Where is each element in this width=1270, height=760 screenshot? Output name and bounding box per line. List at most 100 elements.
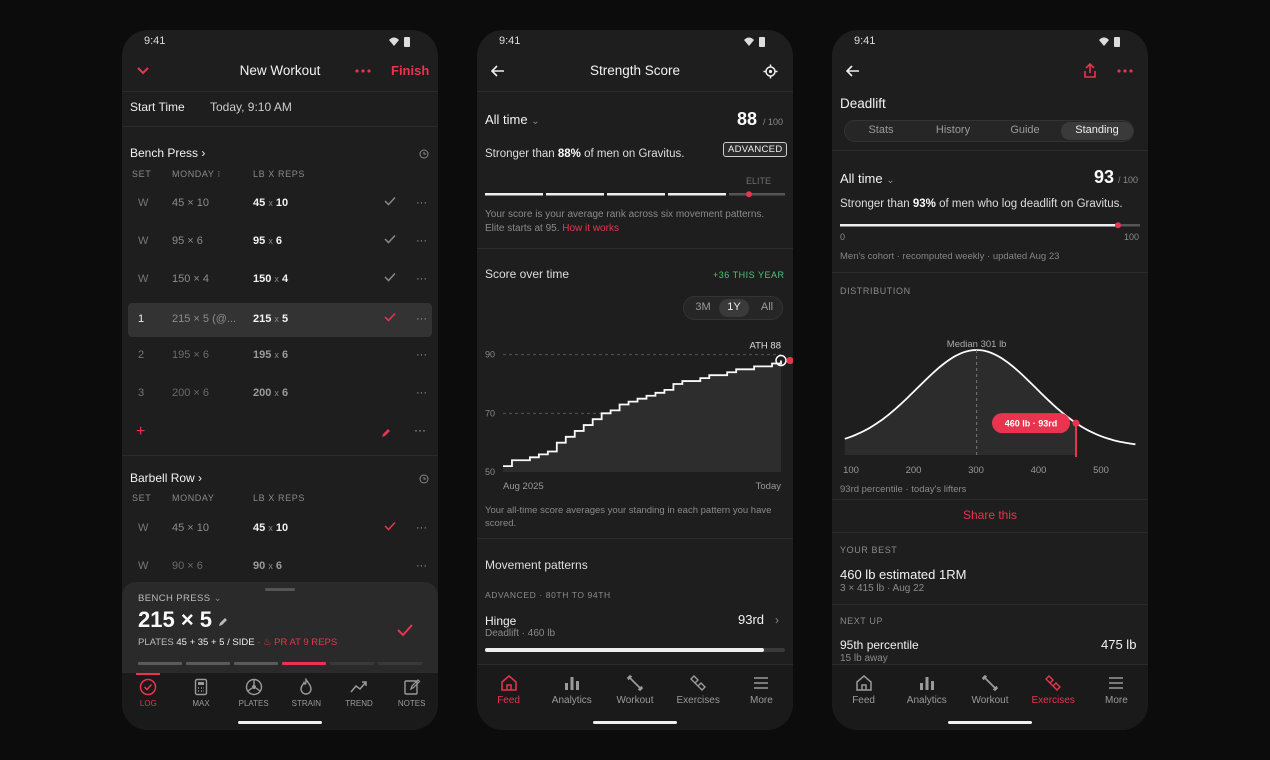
current-value[interactable]: 200 x 6 [253,387,288,399]
row-options-icon[interactable]: ··· [416,313,427,325]
set-row[interactable]: 3 200 × 6 200 x 6 ··· [122,379,438,409]
chevron-right-icon[interactable]: › [775,613,779,627]
add-set-button[interactable]: + [136,423,145,441]
tab-analytics[interactable]: Analytics [896,674,958,706]
row-options-icon[interactable]: ··· [416,560,427,572]
rest-timer-icon[interactable] [419,149,429,159]
y-tick-label: 50 [485,467,495,477]
distribution-area [844,350,1076,455]
share-icon[interactable] [1083,63,1097,79]
set-number[interactable]: 3 [138,387,144,399]
edit-pencil-icon[interactable] [217,616,229,628]
period-3m[interactable]: 3M [689,301,717,313]
tab-label: More [1104,695,1128,706]
sheet-weight-reps[interactable]: 215 × 5 [138,607,212,633]
exercises-icon [667,674,729,692]
col-day[interactable]: MONDAY [172,493,214,503]
set-number[interactable]: W [138,235,148,247]
rest-timer-icon[interactable] [419,474,429,484]
status-bar: 9:41 [477,35,793,49]
set-row[interactable]: W 45 × 10 45 x 10 ··· [122,514,438,544]
check-icon[interactable] [384,521,396,534]
row-options-icon[interactable]: ··· [416,235,427,247]
current-value[interactable]: 45 x 10 [253,522,288,534]
tab-exercises[interactable]: Exercises [1022,674,1084,706]
chevron-down-icon[interactable]: ⌄ [214,593,222,604]
start-time-value[interactable]: Today, 9:10 AM [210,100,292,114]
next-up-title: NEXT UP [840,616,884,626]
row-options-icon[interactable]: ··· [416,522,427,534]
check-icon[interactable] [384,272,396,285]
current-value[interactable]: 150 x 4 [253,273,288,285]
set-number[interactable]: W [138,273,148,285]
tab-label: Feed [497,695,520,706]
set-row[interactable]: W 90 × 6 90 x 6 ··· [122,552,438,582]
set-number[interactable]: 1 [138,313,144,325]
gear-icon[interactable] [763,64,778,79]
set-row[interactable]: 2 195 × 6 195 x 6 ··· [122,341,438,371]
tab-guide[interactable]: Guide [989,124,1061,136]
tab-label: Exercises [676,695,720,706]
sheet-handle[interactable] [265,588,295,591]
tab-label: More [749,695,773,706]
tab-more[interactable]: More [730,674,792,706]
feed-icon [478,674,540,692]
check-icon[interactable] [384,234,396,247]
stronger-than-text: Stronger than 88% of men on Gravitus. [485,148,685,160]
range-value: All time [485,112,528,127]
current-set-sheet[interactable]: BENCH PRESS ⌄ 215 × 5 PLATES 45 + 35 + 5… [122,582,438,672]
current-value[interactable]: 215 x 5 [253,313,288,325]
check-icon[interactable] [384,196,396,209]
tab-feed[interactable]: Feed [833,674,895,706]
set-number[interactable]: 2 [138,349,144,361]
set-number[interactable]: W [138,197,148,209]
set-row[interactable]: 1 215 × 5 (@... 215 x 5 ··· [128,303,432,337]
share-this-button[interactable]: Share this [832,508,1148,522]
row-options-icon[interactable]: ··· [416,197,427,209]
exercise-title-row[interactable]: Barbell Row › [130,471,202,485]
exercise-title-bench[interactable]: Bench Press › [130,146,205,160]
set-number[interactable]: W [138,560,148,572]
complete-check-icon[interactable] [396,623,414,637]
tab-stats[interactable]: Stats [845,124,917,136]
row-options-icon[interactable]: ··· [416,349,427,361]
tab-analytics[interactable]: Analytics [541,674,603,706]
set-row[interactable]: W 150 × 4 150 x 4 ··· [122,265,438,295]
score-value: 88 [737,109,758,129]
tab-label: NOTES [397,699,426,708]
range-dropdown[interactable]: All time ⌄ [840,171,895,186]
range-dropdown[interactable]: All time ⌄ [485,112,540,127]
tab-exercises[interactable]: Exercises [667,674,729,706]
tab-notes[interactable]: NOTES [381,678,438,708]
set-number[interactable]: W [138,522,148,534]
set-row[interactable]: W 45 × 10 45 x 10 ··· [122,189,438,219]
col-day[interactable]: MONDAY ⁝ [172,169,221,180]
more-dots-icon[interactable] [355,69,371,73]
finish-button[interactable]: Finish [391,63,429,78]
movement-patterns-title: Movement patterns [485,558,588,572]
tab-more[interactable]: More [1085,674,1147,706]
period-1y[interactable]: 1Y [719,299,749,317]
back-arrow-icon[interactable] [846,65,860,77]
row-options-icon[interactable]: ··· [416,387,427,399]
tab-workout[interactable]: Workout [604,674,666,706]
chevron-down-icon: ⌄ [531,116,540,127]
more-dots-icon[interactable] [1117,69,1133,73]
tab-feed[interactable]: Feed [478,674,540,706]
tab-standing[interactable]: Standing [1061,122,1133,140]
current-value[interactable]: 45 x 10 [253,197,288,209]
tab-workout[interactable]: Workout [959,674,1021,706]
check-icon[interactable] [384,312,396,325]
edit-pencil-icon[interactable] [380,427,392,439]
row-options-icon[interactable]: ··· [416,273,427,285]
section-tabs: Stats History Guide Standing [844,120,1134,142]
set-row[interactable]: W 95 × 6 95 x 6 ··· [122,227,438,257]
hinge-name[interactable]: Hinge [485,614,516,628]
current-value[interactable]: 95 x 6 [253,235,282,247]
set-options-icon[interactable]: ··· [414,423,426,437]
tab-history[interactable]: History [917,124,989,136]
current-value[interactable]: 90 x 6 [253,560,282,572]
how-it-works-link[interactable]: How it works [562,223,619,234]
current-value[interactable]: 195 x 6 [253,349,288,361]
period-all[interactable]: All [753,301,781,313]
